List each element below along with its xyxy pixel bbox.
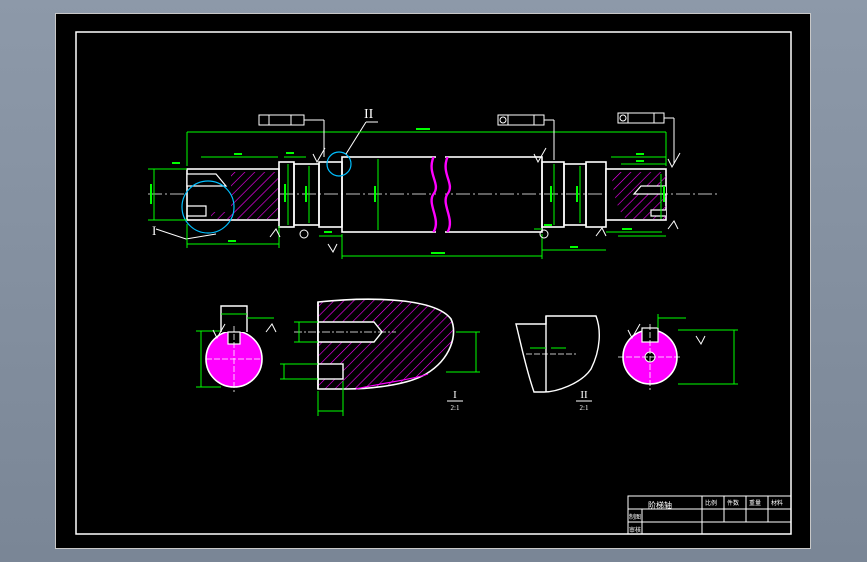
detail-circle-2 xyxy=(326,151,352,177)
tolerance-frame-2 xyxy=(497,114,555,160)
title-block-header-material: 材料 xyxy=(771,500,784,507)
title-block-header-scale: 比例 xyxy=(705,500,718,507)
detail-label-1: I 2:1 xyxy=(447,389,463,412)
view-marker-2: II xyxy=(364,107,374,122)
svg-text:2:1: 2:1 xyxy=(580,404,589,412)
tolerance-frame-1 xyxy=(258,114,325,157)
title-block-row-checked: 审核 xyxy=(629,527,642,534)
datum-markers xyxy=(299,229,549,239)
title-block-row-drawn: 制图 xyxy=(629,514,642,521)
shaft-engineering-drawing: II I I 2:1 II 2:1 xyxy=(75,31,792,535)
svg-text:I: I xyxy=(453,389,457,401)
detail-view-2 xyxy=(515,315,600,393)
drawing-border xyxy=(75,31,792,535)
cad-viewport[interactable]: II I I 2:1 II 2:1 阶梯轴 比例 件数 重量 材料 制图 审核 xyxy=(55,13,811,549)
detail-view-1 xyxy=(294,298,455,390)
section-view-2 xyxy=(618,324,682,390)
title-block-header-weight: 重量 xyxy=(749,500,762,507)
break-gap xyxy=(436,154,445,235)
section-view-1 xyxy=(205,305,263,392)
title-block-part-name: 阶梯轴 xyxy=(648,501,672,510)
title-block-header-count: 件数 xyxy=(727,500,740,507)
svg-text:II: II xyxy=(580,389,588,401)
view-marker-1: I xyxy=(152,223,156,238)
svg-text:2:1: 2:1 xyxy=(451,404,460,412)
detail-label-2: II 2:1 xyxy=(576,389,592,412)
